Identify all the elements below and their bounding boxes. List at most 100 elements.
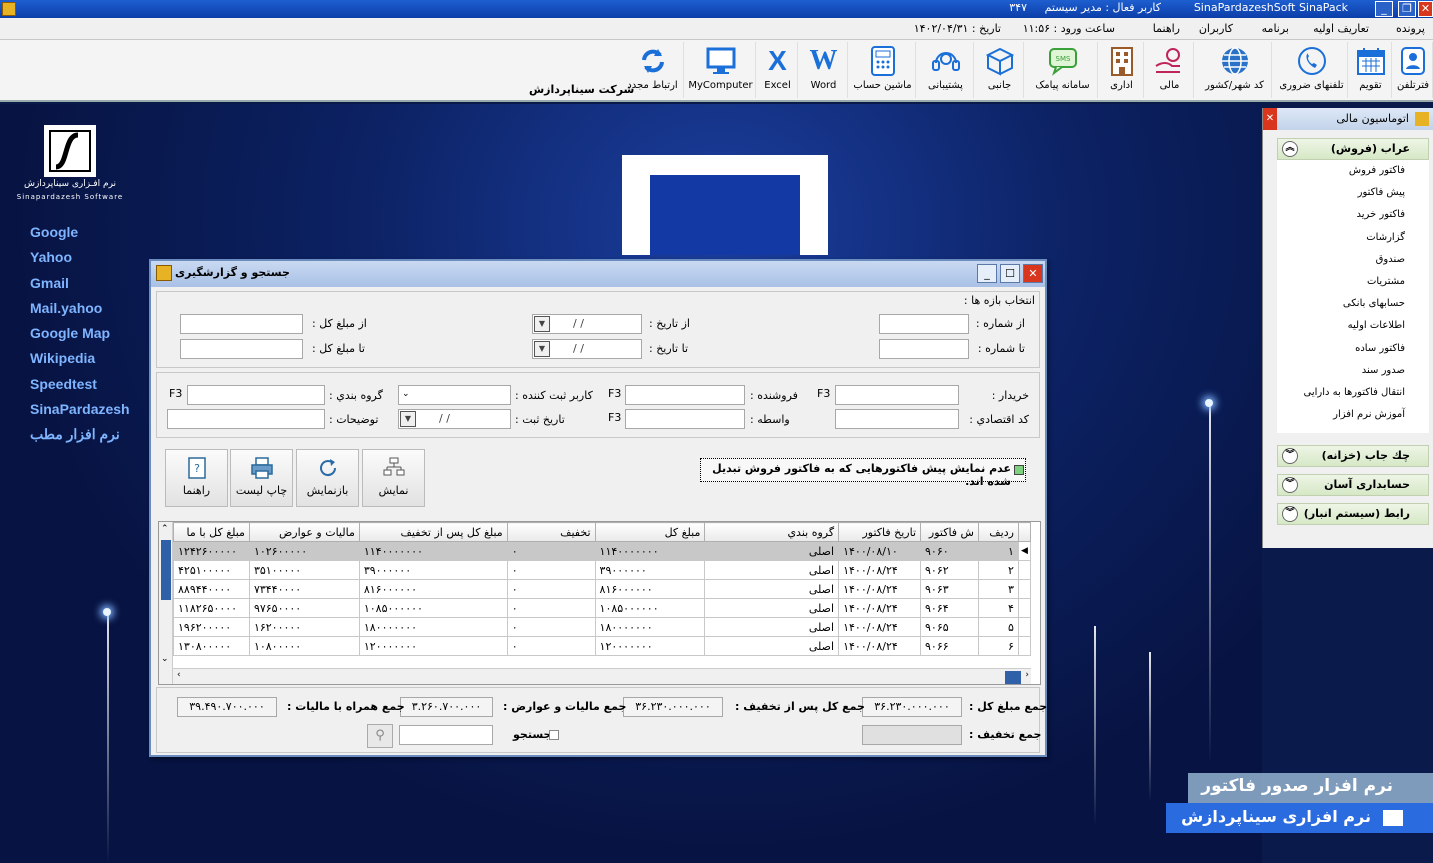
to-number-input[interactable]: [879, 339, 969, 359]
dialog-close-button[interactable]: ✕: [1023, 264, 1043, 283]
table-row[interactable]: ۱۱۸۲۶۵۰۰۰۰ ۹۷۶۵۰۰۰۰ ۱۰۸۵۰۰۰۰۰۰ ۰ ۱۰۸۵۰۰۰…: [173, 598, 1032, 618]
menu-purchase-invoice[interactable]: فاکتور خرید: [1277, 209, 1429, 231]
reconnect-button[interactable]: ارتباط مجدد: [622, 42, 684, 98]
calendar-button[interactable]: تقویم: [1350, 42, 1392, 98]
econ-code-input[interactable]: [835, 409, 959, 429]
search-input[interactable]: [399, 725, 493, 745]
search-icon[interactable]: ⚲: [367, 724, 393, 748]
col-row-number[interactable]: رديف: [977, 522, 1019, 542]
dialog-minimize-button[interactable]: _: [977, 264, 997, 283]
menu-proforma[interactable]: پیش فاکتور: [1277, 187, 1429, 209]
close-button[interactable]: ✕: [1418, 1, 1433, 17]
link-gmail[interactable]: Gmail: [30, 275, 130, 300]
reshow-button[interactable]: بازنمایش: [296, 449, 359, 507]
table-row[interactable]: ۱۹۶۲۰۰۰۰۰ ۱۶۲۰۰۰۰۰ ۱۸۰۰۰۰۰۰۰ ۰ ۱۸۰۰۰۰۰۰۰…: [173, 617, 1032, 637]
table-row[interactable]: ۸۸۹۴۴۰۰۰۰ ۷۳۴۴۰۰۰۰ ۸۱۶۰۰۰۰۰۰ ۰ ۸۱۶۰۰۰۰۰۰…: [173, 579, 1032, 599]
to-date-picker[interactable]: ▼ / /: [532, 339, 642, 359]
chevron-up-icon[interactable]: ︽: [1282, 141, 1298, 157]
city-code-button[interactable]: کد شهر/کشور: [1198, 42, 1272, 98]
scroll-down-icon[interactable]: ⌄: [161, 654, 169, 664]
link-wikipedia[interactable]: Wikipedia: [30, 350, 130, 375]
link-clinic-software[interactable]: نرم افزار مطب: [30, 426, 130, 451]
seller-input[interactable]: [625, 385, 745, 405]
from-date-picker[interactable]: ▼ / /: [532, 314, 642, 334]
sms-button[interactable]: SMS سامانه پیامک: [1028, 42, 1098, 98]
help-button[interactable]: ? راهنما: [165, 449, 228, 507]
restore-button[interactable]: ❐: [1398, 1, 1416, 17]
reg-user-combo[interactable]: ⌄: [398, 385, 511, 405]
link-google[interactable]: Google: [30, 224, 130, 249]
dropdown-arrow-icon[interactable]: ▼: [534, 316, 550, 332]
search-checkbox[interactable]: [549, 730, 559, 740]
chevron-down-icon[interactable]: ︾: [1282, 477, 1298, 494]
from-amount-input[interactable]: [180, 314, 303, 334]
menu-bank-accounts[interactable]: حسابهای بانکی: [1277, 298, 1429, 320]
buyer-input[interactable]: [835, 385, 959, 405]
accessories-button[interactable]: جانبی: [976, 42, 1024, 98]
reg-date-picker[interactable]: ▼ / /: [398, 409, 511, 429]
menu-issue-document[interactable]: صدور سند: [1277, 365, 1429, 387]
mycomputer-button[interactable]: MyComputer: [686, 42, 756, 98]
menu-cashbox[interactable]: صندوق: [1277, 254, 1429, 276]
menu-basic-info[interactable]: اطلاعات اولیه: [1277, 320, 1429, 342]
scroll-thumb[interactable]: [1005, 671, 1021, 684]
link-mail-yahoo[interactable]: Mail.yahoo: [30, 300, 130, 325]
menu-reports[interactable]: گزارشات: [1277, 232, 1429, 254]
section-warehouse[interactable]: رابط (سیستم انبار) ︾: [1277, 503, 1429, 526]
table-row[interactable]: ۴۲۵۱۰۰۰۰۰ ۳۵۱۰۰۰۰۰ ۳۹۰۰۰۰۰۰ ۰ ۳۹۰۰۰۰۰۰ ا…: [173, 560, 1032, 580]
link-sinapardazesh[interactable]: SinaPardazesh: [30, 401, 130, 426]
hide-converted-proforma-checkbox[interactable]: عدم نمایش پیش فاکتورهایی که به فاکتور فر…: [700, 458, 1026, 488]
menu-program[interactable]: برنامه: [1262, 22, 1289, 35]
category-input[interactable]: [187, 385, 325, 405]
scroll-right-icon[interactable]: ›: [1025, 670, 1029, 680]
to-amount-input[interactable]: [180, 339, 303, 359]
col-total-with-tax[interactable]: مبلغ کل با ما: [173, 522, 250, 542]
horizontal-scrollbar[interactable]: ‹ ›: [173, 668, 1031, 684]
table-row[interactable]: ۱۳۰۸۰۰۰۰۰ ۱۰۸۰۰۰۰۰ ۱۲۰۰۰۰۰۰۰ ۰ ۱۲۰۰۰۰۰۰۰…: [173, 636, 1032, 656]
menu-transfer-invoices[interactable]: انتقال فاکتورها به دارایی: [1277, 387, 1429, 409]
section-accounting[interactable]: حسابداری آسان ︾: [1277, 474, 1429, 497]
col-invoice-date[interactable]: تاريخ فاکتور: [838, 522, 922, 542]
section-sales[interactable]: عراب (فروش) ︽: [1277, 138, 1429, 160]
from-number-input[interactable]: [879, 314, 969, 334]
office-button[interactable]: اداری: [1100, 42, 1144, 98]
menu-sales-invoice[interactable]: فاکتور فروش: [1277, 165, 1429, 187]
menu-users[interactable]: کاربران: [1199, 22, 1233, 35]
print-list-button[interactable]: چاپ لیست: [230, 449, 293, 507]
col-tax[interactable]: ماليات و عوارض: [248, 522, 360, 542]
menu-definitions[interactable]: تعاریف اولیه: [1313, 22, 1369, 35]
dropdown-arrow-icon[interactable]: ▼: [534, 341, 550, 357]
scroll-thumb[interactable]: [161, 540, 171, 600]
col-discount[interactable]: تخفيف: [506, 522, 596, 542]
col-total[interactable]: مبلغ کل: [594, 522, 706, 542]
dropdown-arrow-icon[interactable]: ▼: [400, 411, 416, 427]
emergency-phones-button[interactable]: تلفنهای ضروری: [1276, 42, 1348, 98]
menu-simple-invoice[interactable]: فاکتور ساده: [1277, 343, 1429, 365]
phonebook-button[interactable]: فترتلفن: [1394, 42, 1433, 98]
menu-help[interactable]: راهنما: [1153, 22, 1180, 35]
col-category[interactable]: گروه بندي: [704, 522, 840, 542]
calculator-button[interactable]: ماشین حساب: [850, 42, 916, 98]
chevron-down-icon[interactable]: ︾: [1282, 448, 1298, 465]
vertical-scrollbar[interactable]: ⌃ ⌄: [159, 522, 173, 684]
table-row[interactable]: ۱۲۴۲۶۰۰۰۰۰ ۱۰۲۶۰۰۰۰۰ ۱۱۴۰۰۰۰۰۰۰ ۰ ۱۱۴۰۰۰…: [173, 541, 1032, 561]
menu-software-training[interactable]: آموزش نرم افزار: [1277, 409, 1429, 431]
support-button[interactable]: پشتیبانی: [918, 42, 974, 98]
link-google-map[interactable]: Google Map: [30, 325, 130, 350]
menu-customers[interactable]: مشتریات: [1277, 276, 1429, 298]
col-after-discount[interactable]: مبلغ کل پس از تخفيف: [358, 522, 508, 542]
dialog-maximize-button[interactable]: ☐: [1000, 264, 1020, 283]
link-speedtest[interactable]: Speedtest: [30, 376, 130, 401]
link-yahoo[interactable]: Yahoo: [30, 249, 130, 274]
menu-file[interactable]: پرونده: [1396, 22, 1425, 35]
chevron-down-icon[interactable]: ︾: [1282, 506, 1298, 523]
col-invoice-number[interactable]: ش فاکتور: [920, 522, 979, 542]
word-button[interactable]: W Word: [800, 42, 848, 98]
excel-button[interactable]: X Excel: [758, 42, 798, 98]
section-treasury[interactable]: چك جاب (خزانه) ︾: [1277, 445, 1429, 468]
agent-input[interactable]: [625, 409, 745, 429]
scroll-left-icon[interactable]: ‹: [177, 670, 181, 680]
panel-close-button[interactable]: ✕: [1263, 108, 1277, 130]
checkbox-icon[interactable]: [1014, 465, 1024, 475]
financial-button[interactable]: مالی: [1146, 42, 1194, 98]
